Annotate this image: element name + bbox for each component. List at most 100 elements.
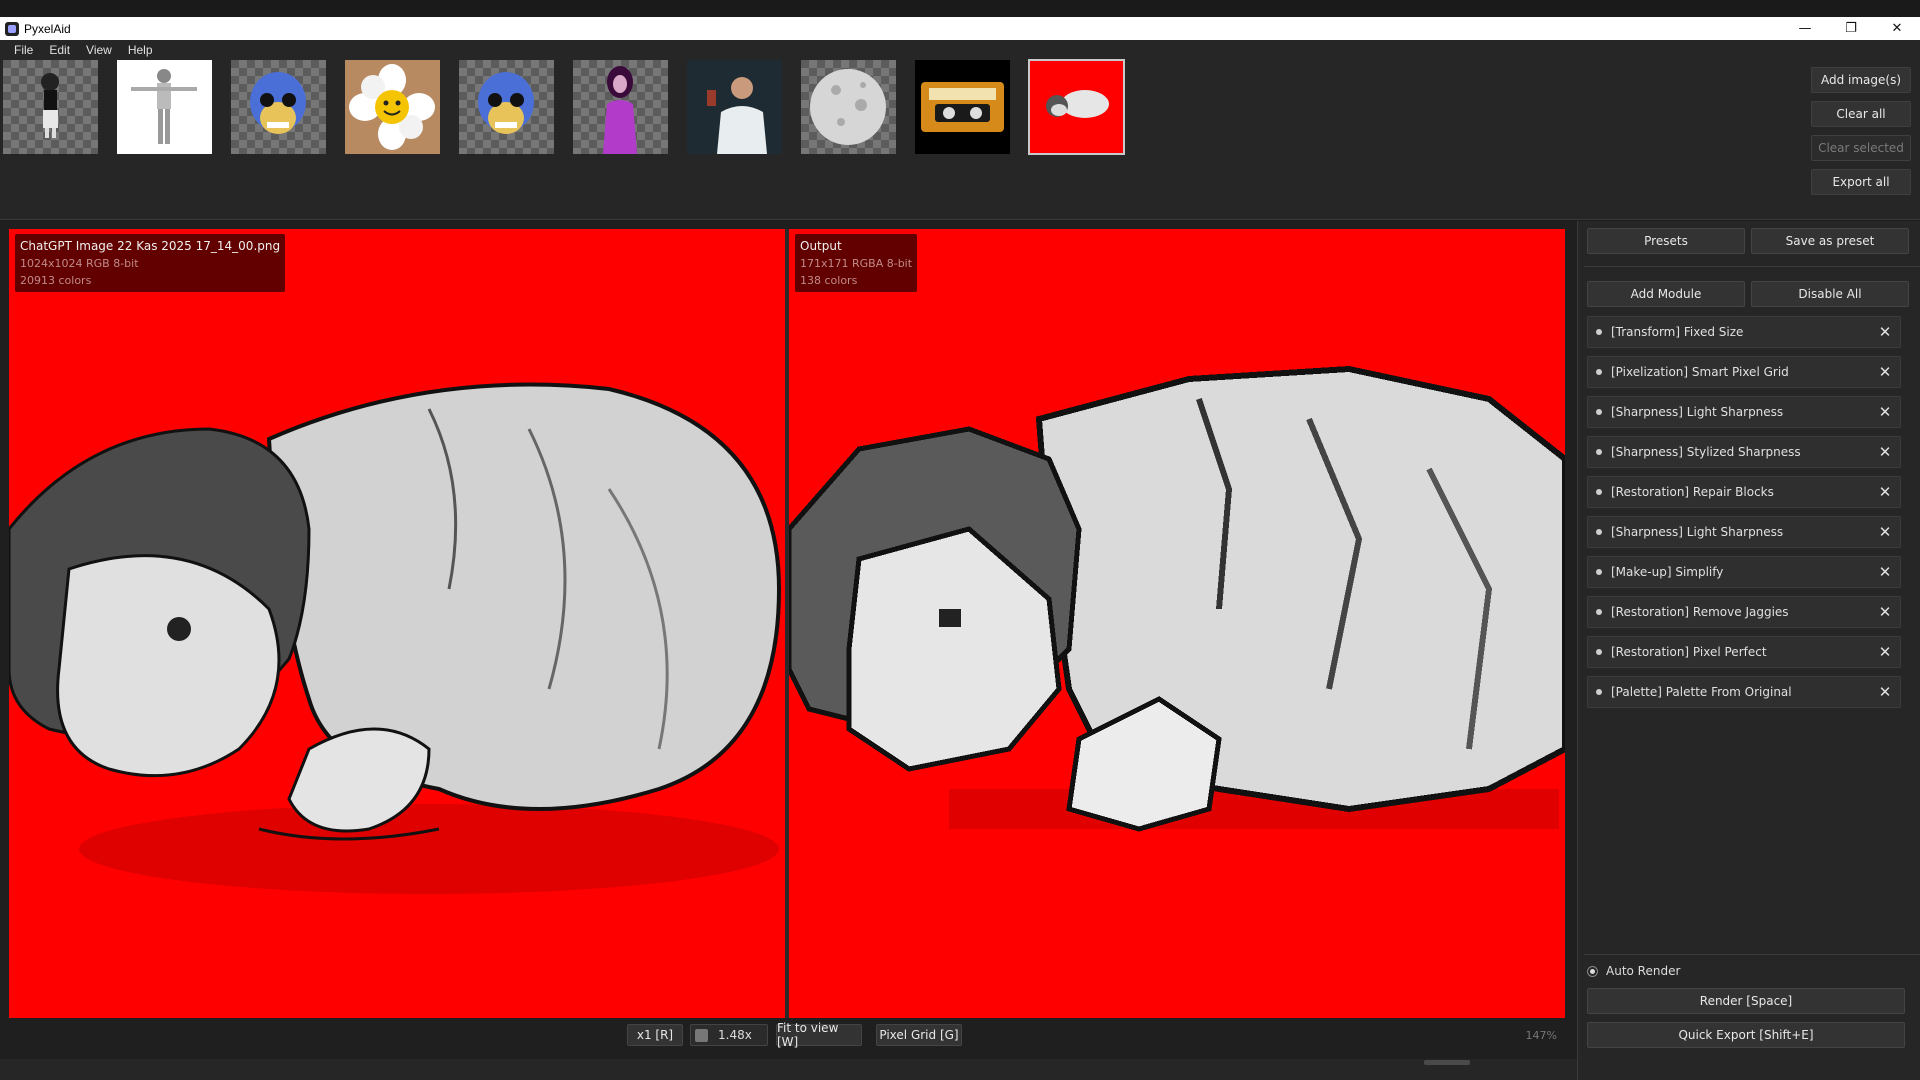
module-enabled-dot[interactable] [1596,529,1602,535]
clear-selected-button: Clear selected [1811,135,1911,161]
presets-button[interactable]: Presets [1587,228,1745,254]
zoom-percent: 147% [1525,1029,1557,1042]
module-item[interactable]: [Pixelization] Smart Pixel Grid ✕ [1587,356,1901,388]
render-button[interactable]: Render [Space] [1587,988,1905,1014]
close-icon[interactable]: ✕ [1876,643,1894,661]
add-images-button[interactable]: Add image(s) [1811,67,1911,93]
module-item[interactable]: [Sharpness] Light Sharpness ✕ [1587,396,1901,428]
module-item[interactable]: [Restoration] Remove Jaggies ✕ [1587,596,1901,628]
horizontal-scrollbar[interactable] [0,1059,1577,1080]
window-title: PyxelAid [24,21,71,36]
input-dimensions: 1024x1024 RGB 8-bit [20,257,139,270]
module-label: [Restoration] Repair Blocks [1611,485,1774,499]
clear-all-button[interactable]: Clear all [1811,101,1911,127]
thumbnail-strip [3,59,1125,155]
module-item[interactable]: [Sharpness] Light Sharpness ✕ [1587,516,1901,548]
quick-export-button[interactable]: Quick Export [Shift+E] [1587,1022,1905,1048]
cassette-tape-thumbnail[interactable] [915,60,1010,154]
purple-woman-thumbnail[interactable] [573,60,668,154]
cassette-tape-image [921,82,1004,132]
output-color-count: 138 colors [800,274,858,287]
close-icon[interactable]: ✕ [1876,603,1894,621]
scrollbar-thumb[interactable] [1424,1060,1470,1065]
app-icon [5,21,19,36]
module-item[interactable]: [Sharpness] Stylized Sharpness ✕ [1587,436,1901,468]
module-label: [Sharpness] Light Sharpness [1611,525,1784,539]
title-bar: PyxelAid — ❐ ✕ [0,17,1920,40]
auto-render-radio[interactable] [1587,965,1598,977]
blue-skull-image [250,72,306,134]
disable-all-button[interactable]: Disable All [1751,281,1909,307]
output-info-box: Output 171x171 RGBA 8-bit 138 colors [795,234,918,292]
blue-skull-thumbnail[interactable] [231,60,326,154]
zoom-swatch-icon [695,1028,708,1042]
module-label: [Make-up] Simplify [1611,565,1724,579]
window-controls: — ❐ ✕ [1782,17,1920,40]
fit-to-view-button[interactable]: Fit to view [W] [776,1021,862,1049]
zoom-value: 1.48x [718,1028,752,1042]
image-viewer: ChatGPT Image 22 Kas 2025 17_14_00.png 1… [0,221,1577,1059]
module-enabled-dot[interactable] [1596,329,1602,335]
output-title: Output [800,239,842,253]
close-icon[interactable]: ✕ [1876,443,1894,461]
smiling-flower-thumbnail[interactable] [345,60,440,154]
close-button[interactable]: ✕ [1874,17,1920,40]
module-item[interactable]: [Palette] Palette From Original ✕ [1587,676,1901,708]
module-enabled-dot[interactable] [1596,649,1602,655]
module-item[interactable]: [Make-up] Simplify ✕ [1587,556,1901,588]
module-enabled-dot[interactable] [1596,449,1602,455]
module-enabled-dot[interactable] [1596,489,1602,495]
close-icon[interactable]: ✕ [1876,403,1894,421]
pixel-grid-button[interactable]: Pixel Grid [G] [876,1024,962,1046]
girl-sprite-thumbnail[interactable] [3,60,98,154]
menu-edit[interactable]: Edit [41,43,78,57]
auto-render-label: Auto Render [1606,964,1681,978]
sleeping-child-thumbnail[interactable] [1028,59,1125,155]
module-label: [Restoration] Remove Jaggies [1611,605,1789,619]
scientist-photo-thumbnail[interactable] [687,60,782,154]
t-pose-image [131,69,197,144]
close-icon[interactable]: ✕ [1876,683,1894,701]
module-item[interactable]: [Transform] Fixed Size ✕ [1587,316,1901,348]
menu-help[interactable]: Help [120,43,161,57]
gallery-buttons: Add image(s) Clear all Clear selected Ex… [1811,67,1911,195]
minimize-button[interactable]: — [1782,17,1828,40]
export-all-button[interactable]: Export all [1811,169,1911,195]
close-icon[interactable]: ✕ [1876,523,1894,541]
close-icon[interactable]: ✕ [1876,363,1894,381]
blue-skull-2-image [478,72,534,134]
module-enabled-dot[interactable] [1596,689,1602,695]
scale-button[interactable]: x1 [R] [627,1024,683,1046]
input-image [9,229,785,1018]
close-icon[interactable]: ✕ [1876,323,1894,341]
auto-render-toggle[interactable]: Auto Render [1587,964,1680,978]
module-enabled-dot[interactable] [1596,369,1602,375]
moon-sphere-thumbnail[interactable] [801,60,896,154]
add-module-button[interactable]: Add Module [1587,281,1745,307]
module-enabled-dot[interactable] [1596,409,1602,415]
girl-sprite-image [41,73,59,138]
restore-button[interactable]: ❐ [1828,17,1874,40]
output-preview[interactable]: Output 171x171 RGBA 8-bit 138 colors [789,229,1565,1018]
module-label: [Pixelization] Smart Pixel Grid [1611,365,1789,379]
module-label: [Palette] Palette From Original [1611,685,1792,699]
output-image [789,229,1565,1018]
menu-file[interactable]: File [6,43,41,57]
t-pose-character-thumbnail[interactable] [117,60,212,154]
save-preset-button[interactable]: Save as preset [1751,228,1909,254]
zoom-field[interactable]: 1.48x [690,1024,768,1046]
purple-woman-image [603,66,637,154]
output-dimensions: 171x171 RGBA 8-bit [800,257,913,270]
module-enabled-dot[interactable] [1596,609,1602,615]
menu-view[interactable]: View [78,43,120,57]
close-icon[interactable]: ✕ [1876,563,1894,581]
module-label: [Sharpness] Light Sharpness [1611,405,1784,419]
module-item[interactable]: [Restoration] Pixel Perfect ✕ [1587,636,1901,668]
sleeping-child-image [1046,90,1109,118]
blue-skull-2-thumbnail[interactable] [459,60,554,154]
module-item[interactable]: [Restoration] Repair Blocks ✕ [1587,476,1901,508]
module-enabled-dot[interactable] [1596,569,1602,575]
close-icon[interactable]: ✕ [1876,483,1894,501]
input-preview[interactable]: ChatGPT Image 22 Kas 2025 17_14_00.png 1… [9,229,785,1018]
module-actions-row: Add Module Disable All [1587,281,1909,307]
